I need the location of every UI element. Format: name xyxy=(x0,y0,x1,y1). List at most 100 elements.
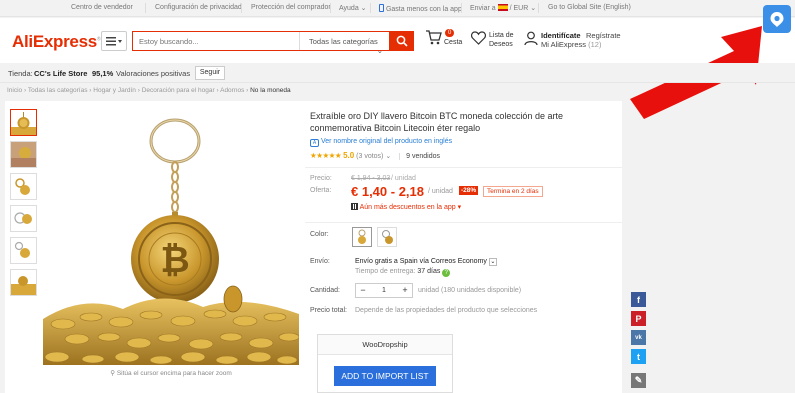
quantity-label: Cantidad: xyxy=(310,287,340,294)
follow-store-button[interactable]: Seguir xyxy=(195,66,225,80)
store-rating-text: Valoraciones positivas xyxy=(116,69,191,78)
divider xyxy=(538,3,539,13)
quantity-decrease-button[interactable]: − xyxy=(356,284,370,297)
divider xyxy=(330,3,331,13)
cart-count-badge: 0 xyxy=(445,29,455,37)
seller-center-link[interactable]: Centro de vendedor xyxy=(71,4,133,11)
view-original-name-link[interactable]: A Ver nombre original del producto en in… xyxy=(310,138,615,147)
quantity-available: unidad (180 unidades disponible) xyxy=(418,287,522,294)
price-label: Precio: xyxy=(310,175,332,182)
wishlist-button[interactable]: Lista de Deseos xyxy=(471,31,514,48)
breadcrumb-item[interactable]: Inicio xyxy=(7,87,22,94)
product-thumbnail[interactable] xyxy=(10,269,37,296)
account-menu[interactable]: Identifícate Regístrate Mi AliExpress (1… xyxy=(524,31,621,49)
twitter-share-icon[interactable]: t xyxy=(631,349,646,364)
star-rating-icons: ★★★★★ xyxy=(310,151,342,160)
buyer-protection-link[interactable]: Protección del comprador xyxy=(251,4,331,11)
facebook-share-icon[interactable]: f xyxy=(631,292,646,307)
search-icon xyxy=(396,35,408,47)
delivery-time: Tiempo de entrega: 37 días ? xyxy=(355,268,451,277)
quantity-input[interactable]: 1 xyxy=(370,284,398,297)
search-bar: Todas las categorías ⌄ xyxy=(132,31,391,55)
cart-label: Cesta xyxy=(444,39,463,46)
edit-icon[interactable]: ✎ xyxy=(631,373,646,388)
offer-price-unit: / unidad xyxy=(428,188,453,195)
my-aliexpress-link[interactable]: Mi AliExpress (12) xyxy=(541,40,601,49)
total-price-description: Depende de las propiedades del producto … xyxy=(355,307,538,314)
offer-label: Oferta: xyxy=(310,187,332,194)
discount-badge: -28% xyxy=(459,186,479,195)
translate-icon: A xyxy=(310,139,319,147)
qr-code-icon xyxy=(351,203,358,210)
divider xyxy=(461,3,462,13)
woodropship-title: WooDropship xyxy=(318,335,452,355)
shipping-label: Envío: xyxy=(310,258,330,265)
breadcrumb-item[interactable]: Hogar y Jardín xyxy=(93,87,136,94)
product-thumbnail[interactable] xyxy=(10,173,37,200)
color-label: Color: xyxy=(310,231,329,238)
magnifier-icon: ⚲ xyxy=(110,370,116,377)
app-link[interactable]: Gasta menos con la app xyxy=(379,4,462,13)
privacy-settings-link[interactable]: Configuración de privacidad xyxy=(155,4,242,11)
thumbnail-list xyxy=(10,109,38,301)
help-icon[interactable]: ? xyxy=(442,269,451,277)
global-site-link[interactable]: Go to Global Site (English) xyxy=(548,4,631,11)
ship-to-selector[interactable]: Enviar a / EUR ⌄ xyxy=(470,4,536,12)
register-link[interactable]: Regístrate xyxy=(586,31,621,40)
price-section: Precio: € 1,94 - 3,03 / unidad Oferta: €… xyxy=(305,167,622,223)
breadcrumb: Inicio › Todas las categorías › Hogar y … xyxy=(7,87,291,94)
help-link[interactable]: Ayuda ⌄ xyxy=(339,4,367,12)
cart-icon xyxy=(426,30,442,45)
original-price-unit: / unidad xyxy=(391,175,416,182)
divider xyxy=(370,3,371,13)
vk-share-icon[interactable]: vk xyxy=(631,330,646,345)
spain-flag-icon xyxy=(497,4,508,11)
breadcrumb-item[interactable]: Decoración para el hogar xyxy=(142,87,215,94)
quantity-increase-button[interactable]: + xyxy=(398,284,412,297)
app-discount-link[interactable]: Aún más descuentos en la app ▾ xyxy=(351,203,461,211)
product-main-panel: ₿ ⚲ Sitúa el cursor encima para hacer zo… xyxy=(5,101,622,393)
product-main-image[interactable]: ₿ xyxy=(43,109,299,365)
cart-button[interactable]: 0 Cesta xyxy=(425,29,462,47)
pinterest-share-icon[interactable]: P xyxy=(631,311,646,326)
top-utility-bar: Centro de vendedor Configuración de priv… xyxy=(0,0,795,17)
search-input[interactable] xyxy=(139,35,299,48)
location-pin-icon xyxy=(770,11,784,27)
sign-in-link[interactable]: Identifícate xyxy=(541,31,581,40)
shipping-method-select[interactable]: Envío gratis a Spain vía Correos Economy… xyxy=(355,258,497,266)
store-name-link[interactable]: CC's Life Store xyxy=(34,69,87,78)
add-to-import-list-button[interactable]: ADD TO IMPORT LIST xyxy=(334,366,436,386)
aliexpress-logo[interactable]: AliExpress® xyxy=(12,32,101,52)
store-rating-pct: 95,1% xyxy=(92,69,114,78)
product-thumbnail[interactable] xyxy=(10,141,37,168)
store-label: Tienda: xyxy=(8,69,33,78)
rating-score: 5.0 xyxy=(343,151,355,160)
product-thumbnail[interactable] xyxy=(10,205,37,232)
breadcrumb-item[interactable]: Adornos xyxy=(220,87,244,94)
product-title: Extraíble oro DIY llavero Bitcoin BTC mo… xyxy=(310,111,563,133)
total-price-label: Precio total: xyxy=(310,307,347,314)
woodropship-panel: WooDropship ADD TO IMPORT LIST xyxy=(317,334,453,393)
color-option-silver[interactable] xyxy=(377,227,397,247)
product-info: Extraíble oro DIY llavero Bitcoin BTC mo… xyxy=(310,110,615,160)
zoom-hint: ⚲ Sitúa el cursor encima para hacer zoom xyxy=(110,370,232,377)
wishlist-label: Lista de Deseos xyxy=(489,32,514,48)
user-icon xyxy=(524,31,538,46)
quantity-stepper: − 1 + xyxy=(355,283,413,298)
menu-icon xyxy=(106,36,122,45)
color-option-gold[interactable] xyxy=(352,227,372,247)
rating-votes-link[interactable]: (3 votos) xyxy=(356,153,383,160)
categories-menu-button[interactable] xyxy=(101,31,127,51)
store-info-bar: Tienda: CC's Life Store 95,1% Valoracion… xyxy=(0,63,795,83)
product-rating: ★★★★★ 5.0 (3 votos) ⌄ 9 vendidos xyxy=(310,151,441,160)
sold-count: 9 vendidos xyxy=(399,153,441,160)
heart-icon xyxy=(471,31,486,45)
search-button[interactable] xyxy=(390,31,414,51)
divider xyxy=(145,3,146,13)
svg-text:₿: ₿ xyxy=(160,240,189,281)
breadcrumb-item[interactable]: Todas las categorías xyxy=(28,87,88,94)
product-thumbnail[interactable] xyxy=(10,109,37,136)
chevron-down-icon: ⌄ xyxy=(488,258,497,266)
product-thumbnail[interactable] xyxy=(10,237,37,264)
search-category-select[interactable]: Todas las categorías ⌄ xyxy=(299,32,391,55)
